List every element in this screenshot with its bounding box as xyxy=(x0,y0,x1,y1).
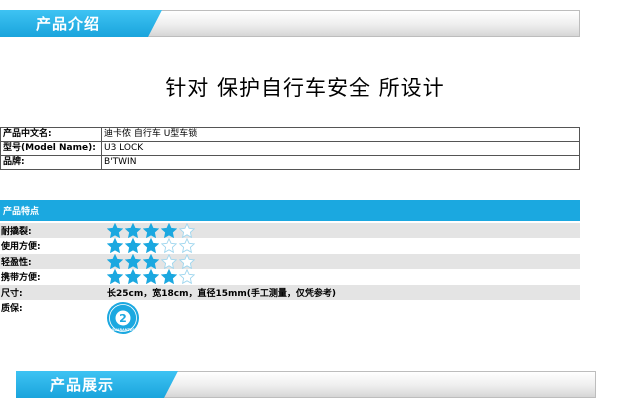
info-key: 产品中文名: xyxy=(0,127,102,142)
rating-row: 使用方便: xyxy=(0,238,580,253)
info-key: 型号(Model Name): xyxy=(0,141,102,156)
table-row: 产品中文名: 迪卡侬 自行车 U型车锁 xyxy=(0,127,580,142)
rating-label: 使用方便: xyxy=(1,242,41,252)
section-banner-showcase: 产品展示 xyxy=(16,371,596,398)
star-rating xyxy=(107,223,197,238)
star-filled-icon xyxy=(161,223,177,238)
star-empty-icon xyxy=(179,269,195,284)
star-empty-icon xyxy=(161,238,177,253)
star-empty-icon xyxy=(161,254,177,269)
table-row: 型号(Model Name): U3 LOCK xyxy=(0,141,580,156)
info-value: B'TWIN xyxy=(101,155,580,170)
section-title-showcase: 产品展示 xyxy=(50,376,115,394)
warranty-badge-icon: 2 GUARANTEE xyxy=(106,301,140,335)
rating-row: 轻盈性: xyxy=(0,254,580,269)
info-value: 迪卡侬 自行车 U型车锁 xyxy=(101,127,580,142)
info-value: U3 LOCK xyxy=(101,141,580,156)
star-filled-icon xyxy=(161,269,177,284)
rating-label: 轻盈性: xyxy=(1,258,32,268)
size-value: 长25cm，宽18cm，直径15mm(手工测量，仅凭参考) xyxy=(107,289,336,299)
warranty-badge-text: GUARANTEE xyxy=(111,328,135,332)
features-header: 产品特点 xyxy=(0,200,580,221)
star-filled-icon xyxy=(143,238,159,253)
star-filled-icon xyxy=(107,269,123,284)
star-filled-icon xyxy=(107,254,123,269)
warranty-label: 质保: xyxy=(1,304,23,314)
section-banner-intro: 产品介绍 xyxy=(0,10,580,37)
star-empty-icon xyxy=(179,223,195,238)
size-label: 尺寸: xyxy=(1,289,23,299)
features-title: 产品特点 xyxy=(3,207,40,217)
product-info-table: 产品中文名: 迪卡侬 自行车 U型车锁 型号(Model Name): U3 L… xyxy=(0,127,580,170)
rating-row: 耐撬裂: xyxy=(0,223,580,238)
section-title-intro: 产品介绍 xyxy=(36,15,101,33)
headline: 针对 保护自行车安全 所设计 xyxy=(165,76,445,100)
info-key: 品牌: xyxy=(0,155,102,170)
star-filled-icon xyxy=(125,254,141,269)
star-rating xyxy=(107,269,197,284)
banner-tab: 产品介绍 xyxy=(0,10,162,37)
star-filled-icon xyxy=(143,254,159,269)
star-filled-icon xyxy=(125,238,141,253)
rating-label: 耐撬裂: xyxy=(1,227,32,237)
star-filled-icon xyxy=(107,223,123,238)
star-rating xyxy=(107,254,197,269)
warranty-row: 质保: xyxy=(0,300,580,315)
rating-row: 携带方便: xyxy=(0,269,580,284)
size-row: 尺寸: 长25cm，宽18cm，直径15mm(手工测量，仅凭参考) xyxy=(0,285,580,300)
star-empty-icon xyxy=(179,254,195,269)
star-filled-icon xyxy=(107,238,123,253)
rating-label: 携带方便: xyxy=(1,273,41,283)
star-rating xyxy=(107,238,197,253)
table-row: 品牌: B'TWIN xyxy=(0,155,580,170)
star-empty-icon xyxy=(179,238,195,253)
star-filled-icon xyxy=(143,223,159,238)
warranty-years: 2 xyxy=(119,312,127,325)
banner-tab: 产品展示 xyxy=(16,371,178,398)
star-filled-icon xyxy=(125,269,141,284)
star-filled-icon xyxy=(125,223,141,238)
star-filled-icon xyxy=(143,269,159,284)
